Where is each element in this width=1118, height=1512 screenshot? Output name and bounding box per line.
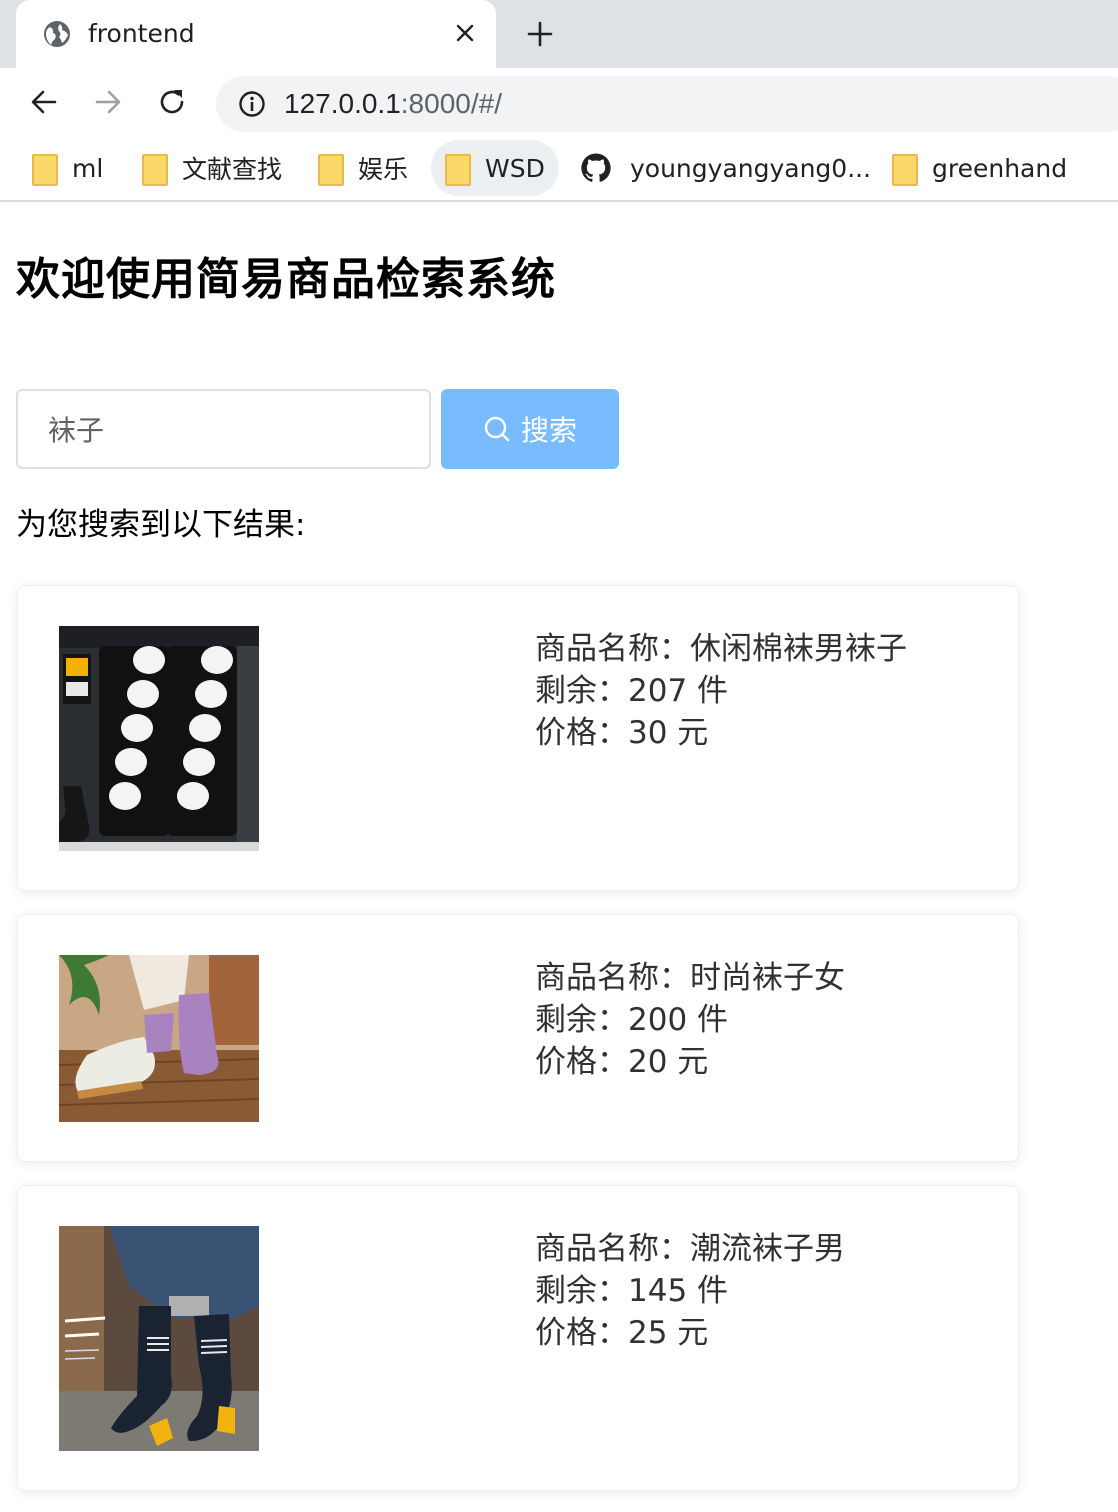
product-image-purple-socks [59,955,259,1122]
product-image-striped-socks [59,1226,259,1451]
product-image-black-socks [59,626,259,851]
close-icon [456,24,474,42]
reload-icon [160,90,184,114]
bookmark-entertainment[interactable]: 娱乐 [304,140,422,196]
bookmark-label: ml [72,153,104,183]
url-path: :8000/#/ [400,88,502,119]
product-card: 商品名称：潮流袜子男 剩余：145 件 价格：25 元 [17,1185,1019,1491]
product-price: 价格：30 元 [535,715,709,751]
product-info: 商品名称：休闲棉袜男袜子 剩余：207 件 价格：30 元 [535,628,907,754]
tab-title: frontend [88,19,195,48]
product-card: 商品名称：时尚袜子女 剩余：200 件 价格：20 元 [17,914,1019,1162]
github-icon [581,153,611,182]
arrow-left-icon [31,90,57,114]
page-title: 欢迎使用简易商品检索系统 [16,254,556,305]
browser-toolbar: 127.0.0.1:8000/#/ [0,68,1118,136]
back-button[interactable] [26,84,62,120]
forward-button[interactable] [90,84,126,120]
product-card: 商品名称：休闲棉袜男袜子 剩余：207 件 价格：30 元 [17,585,1019,891]
bookmark-label: WSD [485,153,545,183]
new-tab-button[interactable] [522,16,558,52]
browser-tab[interactable]: frontend [16,0,496,68]
bookmark-label: youngyangyang0... [630,153,872,183]
folder-icon [318,154,344,186]
folder-icon [892,154,918,186]
search-button-label: 搜索 [520,414,577,447]
url-host: 127.0.0.1 [284,88,401,119]
product-stock: 剩余：207 件 [535,673,729,709]
product-name: 商品名称：潮流袜子男 [535,1231,845,1267]
search-icon [484,416,510,442]
plus-icon [527,21,553,47]
arrow-right-icon [95,90,121,114]
bookmark-label: 娱乐 [358,155,409,184]
product-price: 价格：20 元 [535,1044,709,1080]
product-stock: 剩余：200 件 [535,1002,729,1038]
bookmark-label: greenhand [932,153,1068,183]
bookmark-label: 文献查找 [182,155,283,184]
product-name: 商品名称：时尚袜子女 [535,960,845,996]
result-heading: 为您搜索到以下结果: [16,507,306,543]
address-bar[interactable]: 127.0.0.1:8000/#/ [216,76,1118,132]
product-info: 商品名称：时尚袜子女 剩余：200 件 价格：20 元 [535,957,845,1083]
product-price: 价格：25 元 [535,1315,709,1351]
bookmark-github[interactable]: youngyangyang0... [566,140,885,196]
product-name: 商品名称：休闲棉袜男袜子 [535,631,907,667]
reload-button[interactable] [154,84,190,120]
search-input[interactable] [16,389,431,469]
search-button[interactable]: 搜索 [441,389,619,469]
bookmark-greenhand[interactable]: greenhand [878,140,1081,196]
url-text: 127.0.0.1:8000/#/ [284,86,502,122]
info-icon[interactable] [238,90,266,118]
folder-icon [445,154,471,186]
bookmark-ml[interactable]: ml [18,140,117,196]
bookmark-literature[interactable]: 文献查找 [128,140,296,196]
bookmarks-bar: ml 文献查找 娱乐 WSD youngyangyang0... greenha… [0,136,1118,202]
product-info: 商品名称：潮流袜子男 剩余：145 件 价格：25 元 [535,1228,845,1354]
product-stock: 剩余：145 件 [535,1273,729,1309]
folder-icon [32,154,58,186]
globe-icon [44,21,70,47]
bookmark-wsd[interactable]: WSD [431,140,559,196]
folder-icon [142,154,168,186]
tab-close-button[interactable] [450,18,480,48]
tab-strip: frontend [0,0,1118,68]
